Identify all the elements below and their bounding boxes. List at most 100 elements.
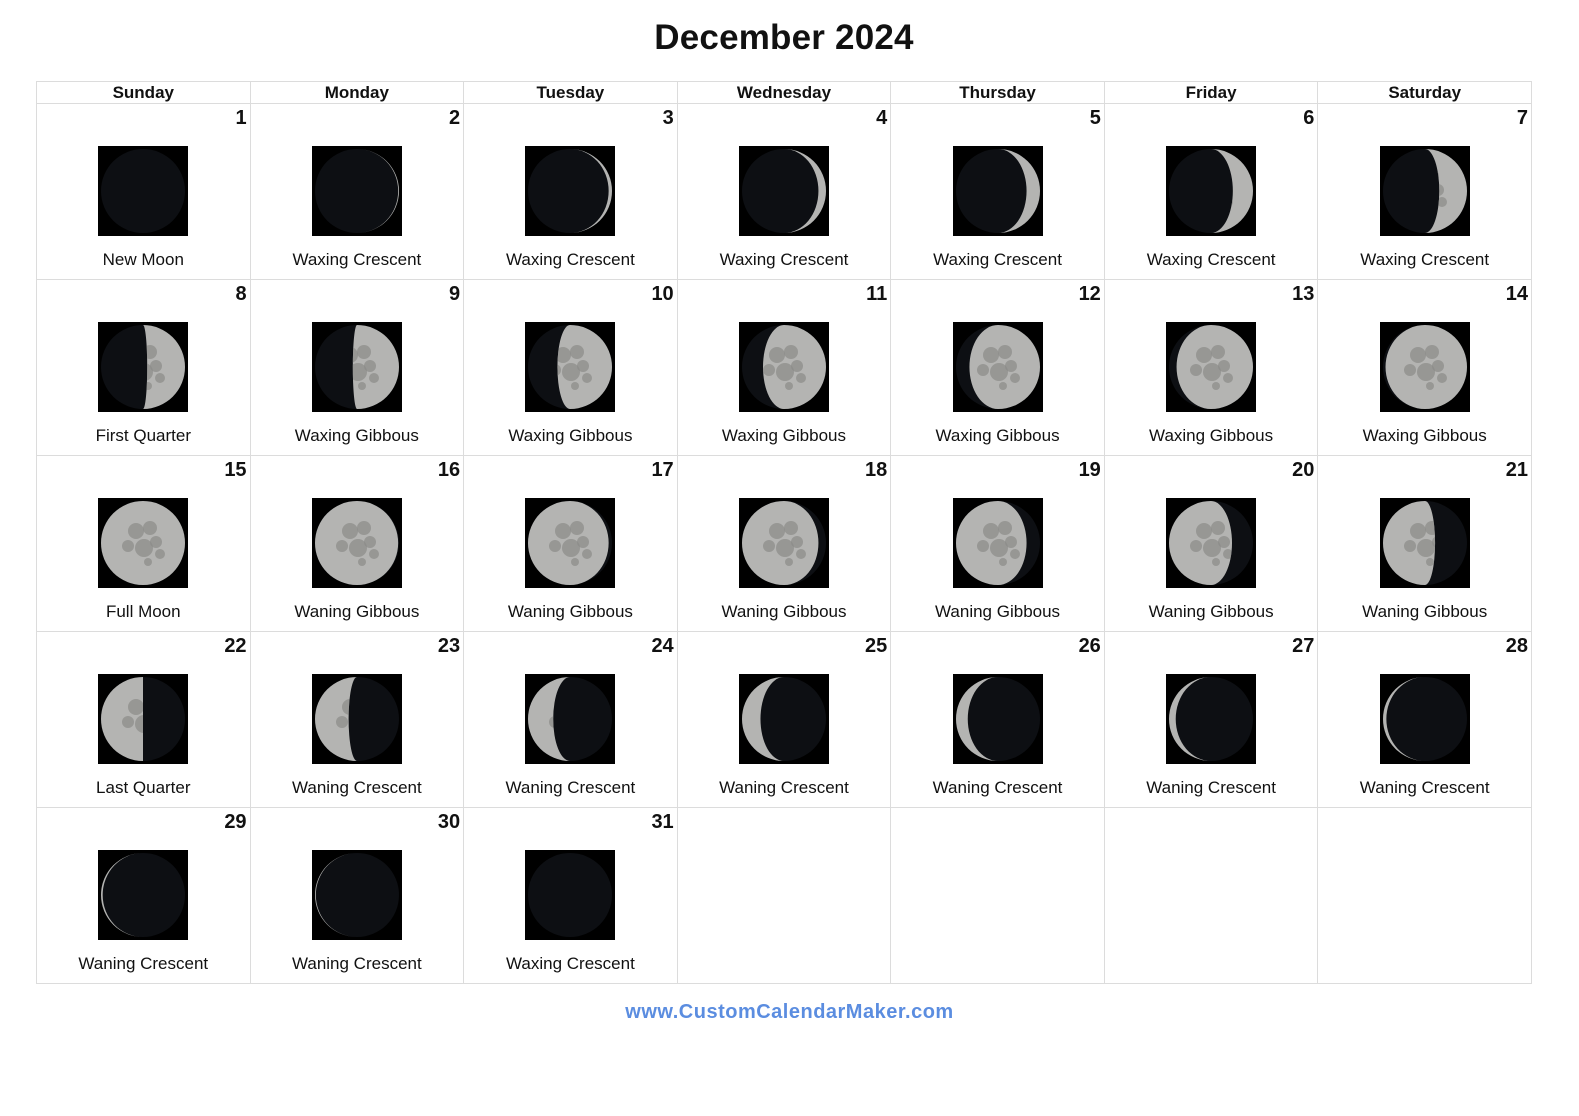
day-cell[interactable]: 6 Waxing Crescent: [1103, 103, 1319, 280]
day-number: 20: [1292, 459, 1315, 481]
moon-phase-label: Waxing Gibbous: [1149, 426, 1274, 445]
moon-phase-icon: [952, 322, 1043, 412]
moon-phase-icon: [98, 146, 189, 236]
day-cell[interactable]: 26 Waning Crescent: [890, 631, 1105, 808]
moon-phase-label: Waxing Gibbous: [935, 426, 1060, 445]
day-number: 13: [1292, 283, 1315, 305]
day-cell[interactable]: 27 Waning Crescent: [1103, 631, 1319, 808]
day-number: 14: [1505, 283, 1528, 305]
moon-phase-icon: [525, 146, 616, 236]
day-cell[interactable]: 30 Waning Crescent: [249, 807, 465, 984]
moon-phase-label: Waning Crescent: [1146, 778, 1276, 797]
day-number: 17: [651, 459, 674, 481]
day-cell[interactable]: 2 Waxing Crescent: [249, 103, 465, 280]
weekday-header-saturday: Saturday: [1317, 81, 1532, 104]
moon-phase-label: Waning Gibbous: [721, 602, 847, 621]
moon-phase-icon: [1166, 674, 1257, 764]
moon-phase-label: Waning Gibbous: [935, 602, 1061, 621]
day-cell[interactable]: 10 Waxing Gibbous: [463, 279, 678, 456]
moon-phase-label: Waning Crescent: [291, 954, 422, 973]
day-number: 10: [651, 283, 674, 305]
moon-phase-label: Waning Crescent: [505, 778, 636, 797]
moon-phase-label: Waxing Crescent: [292, 250, 422, 269]
moon-phase-label: Waning Crescent: [719, 778, 849, 797]
moon-phase-icon: [98, 322, 189, 412]
day-cell[interactable]: 11 Waxing Gibbous: [676, 279, 892, 456]
empty-day-cell: [1317, 807, 1532, 984]
empty-day-cell: [1103, 807, 1319, 984]
moon-phase-label: Waning Crescent: [78, 954, 209, 973]
day-cell[interactable]: 22 Last Quarter: [36, 631, 251, 808]
weekday-header-row: Sunday Monday Tuesday Wednesday Thursday…: [36, 81, 1532, 104]
page-title: December 2024: [654, 18, 914, 57]
day-cell[interactable]: 15 Full Moon: [36, 455, 251, 632]
moon-phase-icon: [1379, 322, 1470, 412]
moon-phase-label: Waning Crescent: [1359, 778, 1490, 797]
moon-phase-icon: [525, 674, 616, 764]
day-cell[interactable]: 9 Waxing Gibbous: [249, 279, 465, 456]
day-cell[interactable]: 19 Waning Gibbous: [890, 455, 1105, 632]
day-cell[interactable]: 16 Waning Gibbous: [249, 455, 465, 632]
moon-phase-icon: [525, 322, 616, 412]
weekday-header-wednesday: Wednesday: [676, 81, 892, 104]
moon-phase-label: Waxing Gibbous: [721, 426, 847, 445]
day-cell[interactable]: 4 Waxing Crescent: [676, 103, 892, 280]
day-cell[interactable]: 18 Waning Gibbous: [676, 455, 892, 632]
day-cell[interactable]: 8 First Quarter: [36, 279, 251, 456]
moon-phase-icon: [1379, 674, 1470, 764]
day-cell[interactable]: 14 Waxing Gibbous: [1317, 279, 1532, 456]
day-cell[interactable]: 28 Waning Crescent: [1317, 631, 1532, 808]
day-number: 25: [865, 635, 888, 657]
day-number: 11: [866, 283, 888, 305]
moon-phase-icon: [1166, 322, 1257, 412]
day-number: 6: [1303, 107, 1315, 129]
moon-phase-label: Waxing Gibbous: [1362, 426, 1487, 445]
day-number: 22: [224, 635, 247, 657]
moon-phase-icon: [952, 498, 1043, 588]
moon-phase-icon: [311, 146, 402, 236]
empty-day-cell: [890, 807, 1105, 984]
calendar-grid: Sunday Monday Tuesday Wednesday Thursday…: [36, 81, 1532, 984]
day-cell[interactable]: 17 Waning Gibbous: [463, 455, 678, 632]
weekday-header-monday: Monday: [249, 81, 465, 104]
day-cell[interactable]: 24 Waning Crescent: [463, 631, 678, 808]
day-number: 27: [1292, 635, 1315, 657]
day-cell[interactable]: 3 Waxing Crescent: [463, 103, 678, 280]
day-cell[interactable]: 12 Waxing Gibbous: [890, 279, 1105, 456]
day-number: 9: [449, 283, 461, 305]
moon-phase-label: Waning Gibbous: [294, 602, 420, 621]
week-row: 15 Full Moon 16 Waning Gibbous 17 Waning Gibb…: [36, 455, 1532, 632]
day-cell[interactable]: 1 New Moon: [36, 103, 251, 280]
day-cell[interactable]: 31 Waxing Crescent: [463, 807, 678, 984]
day-cell[interactable]: 7 Waxing Crescent: [1317, 103, 1532, 280]
moon-phase-icon: [738, 146, 829, 236]
moon-phase-label: Waxing Crescent: [933, 250, 1062, 269]
day-cell[interactable]: 5 Waxing Crescent: [890, 103, 1105, 280]
site-link[interactable]: www.CustomCalendarMaker.com: [0, 1001, 1579, 1024]
moon-phase-label: Waxing Crescent: [1146, 250, 1276, 269]
day-number: 1: [235, 107, 247, 129]
week-row: 22 Last Quarter 23 Waning Crescent 24 Waning …: [36, 631, 1532, 808]
day-number: 4: [876, 107, 888, 129]
moon-phase-label: Waxing Crescent: [506, 250, 635, 269]
day-number: 15: [224, 459, 247, 481]
day-cell[interactable]: 23 Waning Crescent: [249, 631, 465, 808]
moon-phase-icon: [738, 498, 829, 588]
moon-phase-label: Last Quarter: [96, 778, 191, 797]
week-row: 1 New Moon 2 Waxing Crescent 3 Waxing Crescen…: [36, 103, 1532, 280]
day-cell[interactable]: 25 Waning Crescent: [676, 631, 892, 808]
day-number: 28: [1505, 635, 1528, 657]
day-number: 19: [1078, 459, 1101, 481]
moon-phase-label: Waxing Gibbous: [508, 426, 633, 445]
day-cell[interactable]: 20 Waning Gibbous: [1103, 455, 1319, 632]
day-number: 2: [449, 107, 461, 129]
weekday-header-sunday: Sunday: [36, 81, 251, 104]
day-cell[interactable]: 21 Waning Gibbous: [1317, 455, 1532, 632]
moon-phase-label: New Moon: [102, 250, 184, 269]
day-cell[interactable]: 13 Waxing Gibbous: [1103, 279, 1319, 456]
day-cell[interactable]: 29 Waning Crescent: [36, 807, 251, 984]
moon-phase-icon: [1379, 498, 1470, 588]
moon-phase-label: Waning Gibbous: [507, 602, 633, 621]
moon-phase-label: Waxing Crescent: [506, 954, 635, 973]
moon-phase-label: Waning Crescent: [291, 778, 422, 797]
